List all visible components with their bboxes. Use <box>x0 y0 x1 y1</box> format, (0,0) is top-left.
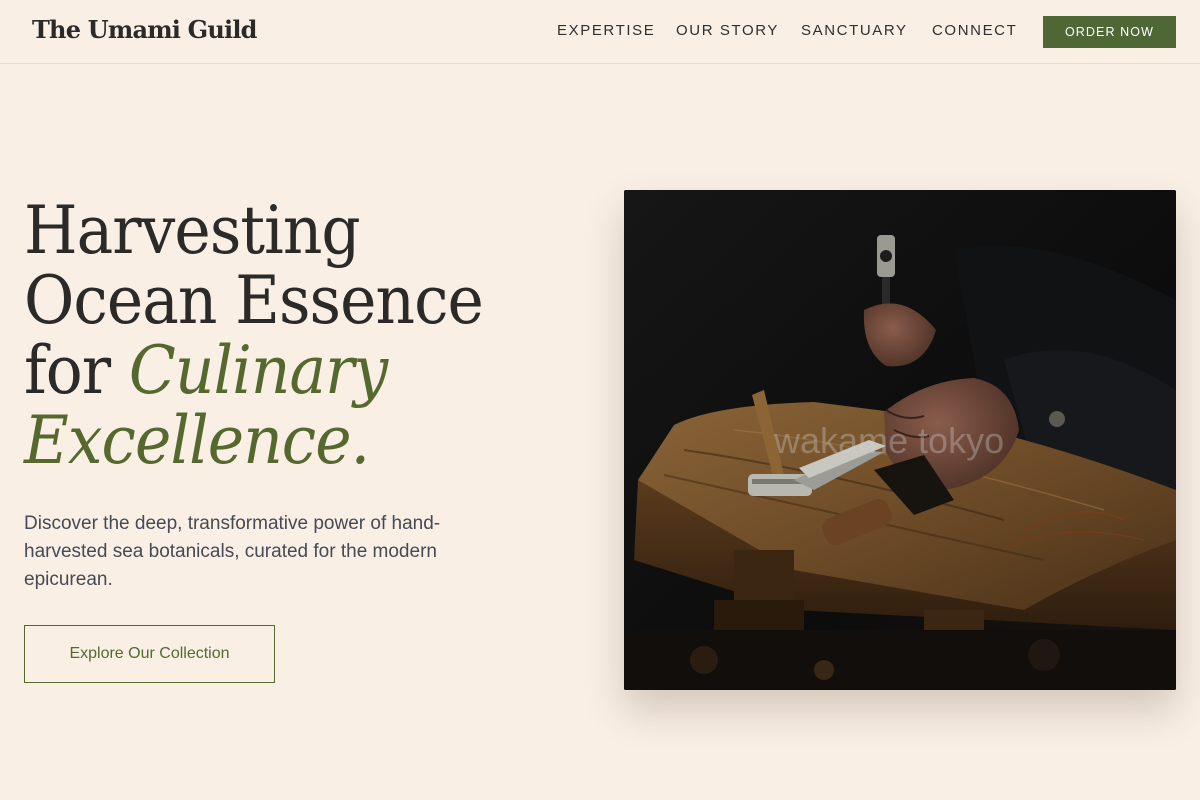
nav-link-connect[interactable]: CONNECT <box>932 22 1017 39</box>
hero-image: wakame tokyo <box>624 190 1176 690</box>
hero-title-line-1: Harvesting <box>24 192 361 269</box>
hero-title-line-3: for <box>24 332 129 409</box>
explore-collection-button[interactable]: Explore Our Collection <box>24 625 275 683</box>
hero-title-accent-culinary: Culinary <box>128 332 388 409</box>
site-header: The Umami Guild EXPERTISE OUR STORY SANC… <box>0 0 1200 64</box>
hero-subtitle: Discover the deep, transformative power … <box>24 513 441 590</box>
main-nav: EXPERTISE OUR STORY SANCTUARY CONNECT <box>0 22 1200 42</box>
nav-link-sanctuary[interactable]: SANCTUARY <box>801 22 908 39</box>
hero-title-line-2: Ocean Essence <box>24 262 484 339</box>
order-now-button[interactable]: ORDER NOW <box>1043 16 1176 48</box>
nav-link-expertise[interactable]: EXPERTISE <box>557 22 655 39</box>
hero-title-accent-excellence: Excellence. <box>24 402 370 479</box>
hero-title: Harvesting Ocean Essence for Culinary Excel… <box>24 196 484 479</box>
image-watermark: wakame tokyo <box>774 420 1005 461</box>
nav-link-our-story[interactable]: OUR STORY <box>676 22 779 39</box>
